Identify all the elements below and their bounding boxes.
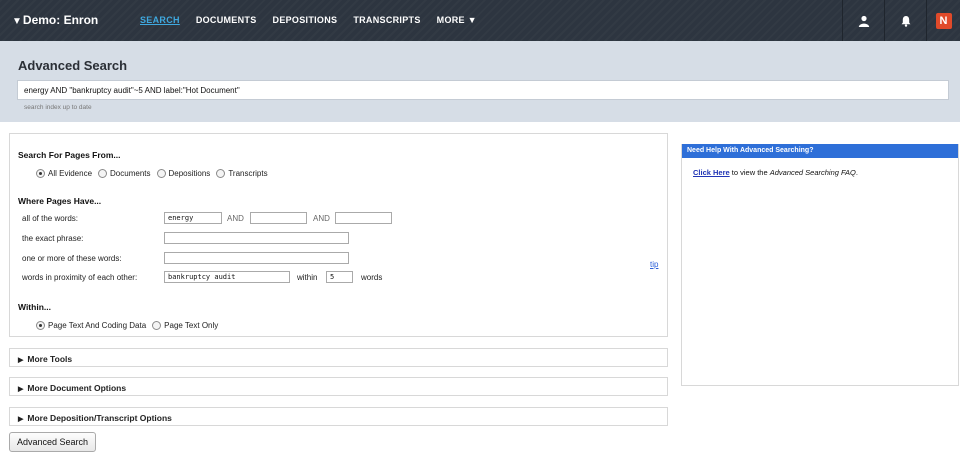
- exact-phrase-label: the exact phrase:: [22, 234, 84, 243]
- help-faq-link[interactable]: Click Here: [693, 168, 730, 177]
- words-label: words: [361, 273, 383, 282]
- help-body: Click Here to view the Advanced Searchin…: [682, 158, 958, 187]
- help-text-em: Advanced Searching FAQ: [769, 168, 856, 177]
- nav-documents[interactable]: DOCUMENTS: [196, 15, 257, 25]
- top-icon-group: N: [842, 0, 960, 41]
- more-document-options-toggle[interactable]: ▶ More Document Options: [9, 377, 668, 396]
- more-tools-toggle[interactable]: ▶ More Tools: [9, 348, 668, 367]
- more-deposition-options-toggle[interactable]: ▶ More Deposition/Transcript Options: [9, 407, 668, 426]
- radio-label: Depositions: [168, 169, 211, 178]
- exact-phrase-input[interactable]: [164, 232, 349, 244]
- within-options: Page Text And Coding Data Page Text Only: [36, 321, 224, 330]
- radio-depositions[interactable]: [156, 169, 166, 178]
- search-from-title: Search For Pages From...: [18, 150, 121, 160]
- tip-link[interactable]: tip: [650, 260, 658, 269]
- proximity-label: words in proximity of each other:: [22, 273, 138, 282]
- proximity-input[interactable]: bankruptcy audit: [164, 271, 290, 283]
- within-label: within: [297, 273, 318, 282]
- all-words-input-1[interactable]: energy: [164, 212, 222, 224]
- expand-triangle-icon: ▶: [18, 386, 24, 393]
- collapse-label: More Document Options: [27, 383, 127, 393]
- project-selector[interactable]: ▼Demo: Enron: [12, 13, 98, 27]
- help-panel: Need Help With Advanced Searching? Click…: [681, 144, 959, 386]
- page-title: Advanced Search: [18, 58, 128, 73]
- all-words-input-3[interactable]: [335, 212, 392, 224]
- main-nav: SEARCH DOCUMENTS DEPOSITIONS TRANSCRIPTS…: [140, 15, 493, 25]
- app-logo-icon: N: [935, 12, 952, 29]
- radio-label: Documents: [110, 169, 151, 178]
- collapse-label: More Deposition/Transcript Options: [27, 413, 172, 423]
- and-label: AND: [227, 214, 244, 223]
- radio-documents[interactable]: [98, 169, 108, 178]
- radio-label: All Evidence: [48, 169, 93, 178]
- help-title: Need Help With Advanced Searching?: [682, 144, 958, 158]
- radio-transcripts[interactable]: [216, 169, 226, 178]
- one-or-more-input[interactable]: [164, 252, 349, 264]
- one-or-more-label: one or more of these words:: [22, 254, 122, 263]
- help-text-post: .: [855, 168, 858, 177]
- radio-page-text-only[interactable]: [152, 321, 162, 330]
- radio-label: Transcripts: [228, 169, 268, 178]
- within-distance-input[interactable]: 5: [326, 271, 353, 283]
- search-from-options: All Evidence Documents Depositions Trans…: [36, 169, 274, 178]
- project-name: Demo: Enron: [22, 13, 99, 27]
- query-input[interactable]: energy AND "bankruptcy audit"~5 AND labe…: [17, 80, 949, 100]
- radio-page-text-coding[interactable]: [36, 321, 45, 330]
- radio-all-evidence[interactable]: [36, 169, 45, 178]
- top-nav-bar: ▼Demo: Enron SEARCH DOCUMENTS DEPOSITION…: [0, 0, 960, 41]
- expand-triangle-icon: ▶: [18, 416, 24, 423]
- project-caret-icon: ▼: [12, 16, 22, 27]
- within-title: Within...: [18, 302, 51, 312]
- notifications-button[interactable]: [884, 0, 926, 41]
- nav-transcripts[interactable]: TRANSCRIPTS: [353, 15, 420, 25]
- user-icon: [858, 15, 869, 27]
- search-options-panel: Search For Pages From... All Evidence Do…: [9, 133, 668, 337]
- all-words-label: all of the words:: [22, 214, 79, 223]
- and-label: AND: [313, 214, 330, 223]
- advanced-search-header: Advanced Search energy AND "bankruptcy a…: [0, 41, 960, 122]
- nav-depositions[interactable]: DEPOSITIONS: [273, 15, 338, 25]
- bell-icon: [901, 15, 910, 27]
- app-logo-button[interactable]: N: [926, 0, 960, 41]
- expand-triangle-icon: ▶: [18, 357, 24, 364]
- collapse-label: More Tools: [27, 354, 73, 364]
- nav-more[interactable]: MORE ▼: [437, 15, 477, 25]
- index-status-text: search index up to date: [24, 104, 92, 111]
- advanced-search-button[interactable]: Advanced Search: [9, 432, 96, 452]
- help-text-pre: to view the: [729, 168, 770, 177]
- radio-label: Page Text And Coding Data: [48, 321, 147, 330]
- where-title: Where Pages Have...: [18, 196, 102, 206]
- user-menu-button[interactable]: [842, 0, 884, 41]
- nav-search[interactable]: SEARCH: [140, 15, 180, 25]
- all-words-input-2[interactable]: [250, 212, 307, 224]
- radio-label: Page Text Only: [164, 321, 219, 330]
